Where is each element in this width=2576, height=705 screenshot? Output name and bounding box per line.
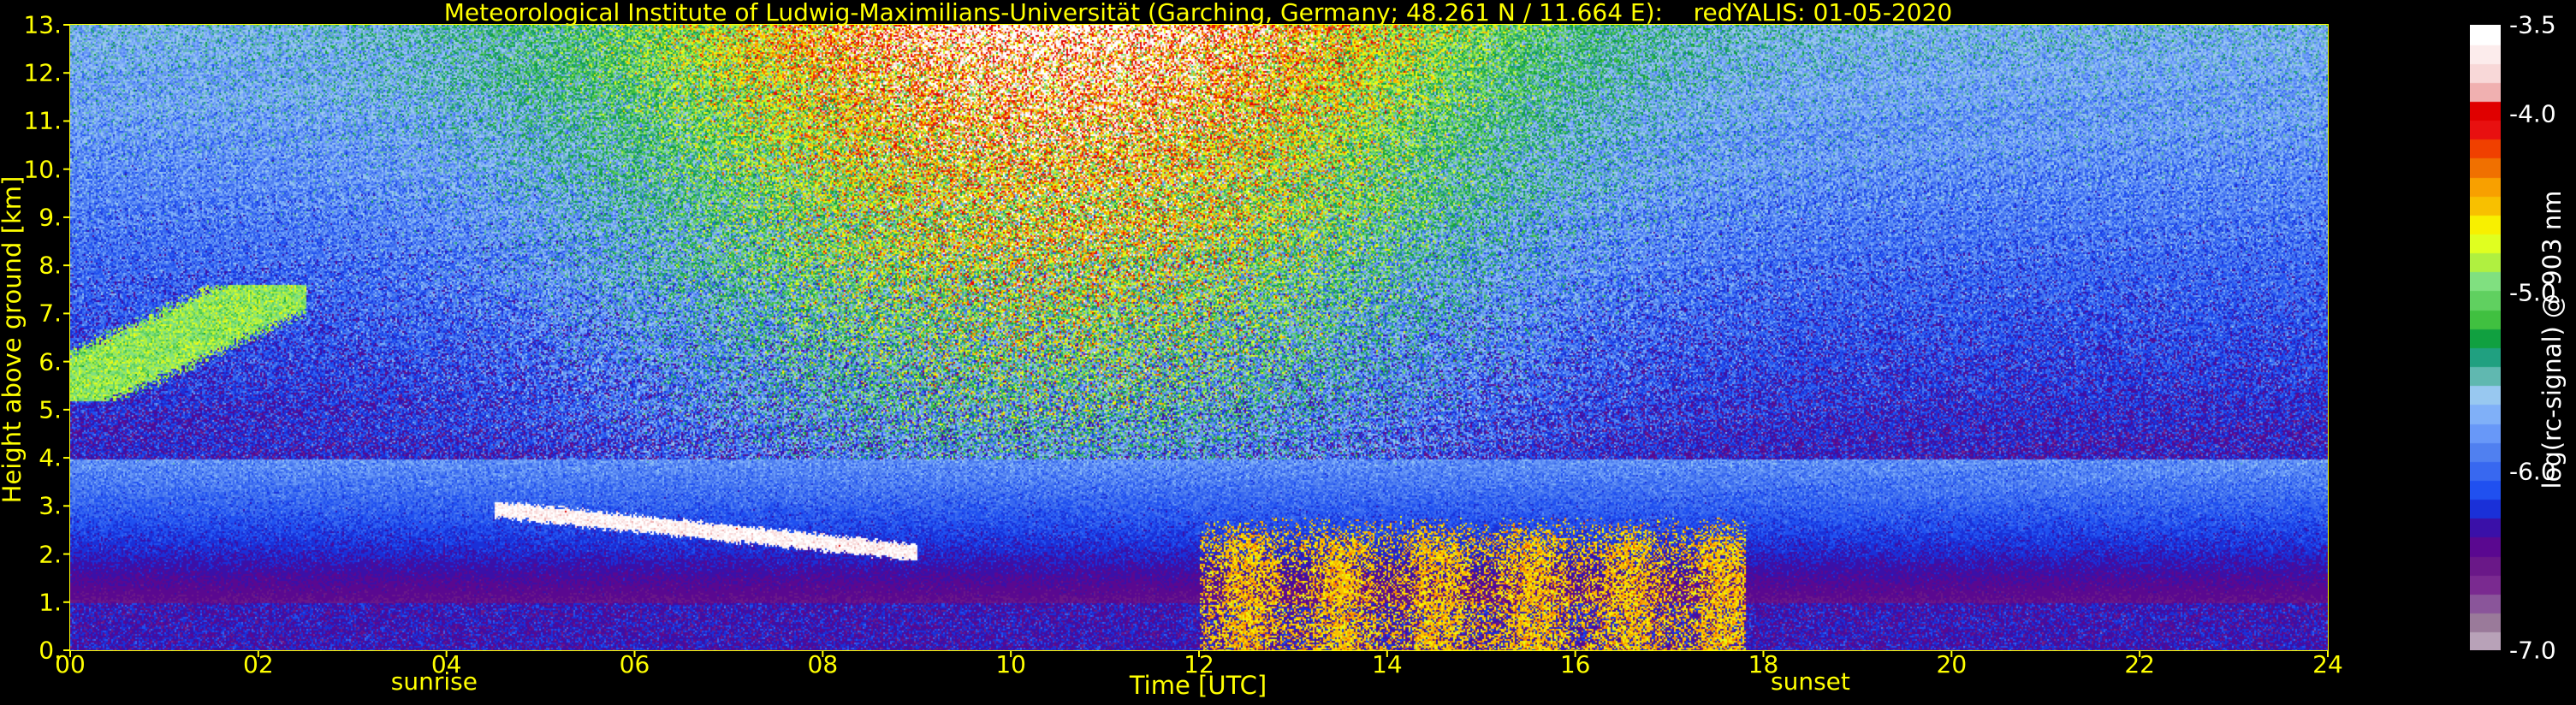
x-tick-label: 14: [1372, 650, 1403, 678]
chart-title: Meteorological Institute of Ludwig-Maxim…: [443, 0, 1953, 27]
x-tick-label: 22: [2124, 650, 2155, 678]
x-tick-label: 16: [1559, 650, 1591, 678]
x-tick-label: 20: [1936, 650, 1968, 678]
x-tick-label: 02: [243, 650, 274, 678]
x-tick-label: 12: [1184, 650, 1214, 678]
heatmap-image: [70, 25, 2328, 650]
y-tick-label: 1.: [39, 588, 62, 617]
y-tick-label: 7.: [39, 299, 62, 328]
x-tick-label: 10: [995, 650, 1026, 678]
y-tick-label: 10.: [23, 155, 62, 184]
colorbar-label: log(rc-signal) @ 903 nm: [2537, 190, 2567, 489]
x-tick-label: 24: [2312, 650, 2343, 678]
x-tick-label: 06: [619, 650, 650, 678]
sunrise-label: sunrise: [390, 667, 478, 696]
y-tick-label: 0.: [39, 636, 62, 665]
colorbar-tick-label: -5.0: [2509, 278, 2556, 307]
colorbar-tick-label: -6.0: [2509, 457, 2556, 486]
y-tick-label: 12.: [23, 58, 62, 87]
y-tick-label: 4.: [39, 443, 62, 472]
sunset-label: sunset: [1771, 667, 1850, 696]
x-tick-label: 08: [807, 650, 839, 678]
y-tick-label: 5.: [39, 395, 62, 424]
y-tick-label: 11.: [23, 106, 62, 135]
y-tick-label: 13.: [23, 10, 62, 39]
y-tick-label: 9.: [39, 203, 62, 232]
colorbar: [2470, 25, 2501, 650]
colorbar-tick-label: -4.0: [2509, 99, 2556, 128]
y-tick-label: 2.: [39, 540, 62, 569]
y-tick-label: 8.: [39, 251, 62, 280]
colorbar-tick-label: -3.5: [2509, 10, 2556, 39]
y-tick-label: 3.: [39, 491, 62, 520]
colorbar-tick-label: -7.0: [2509, 636, 2556, 665]
y-tick-label: 6.: [39, 347, 62, 376]
